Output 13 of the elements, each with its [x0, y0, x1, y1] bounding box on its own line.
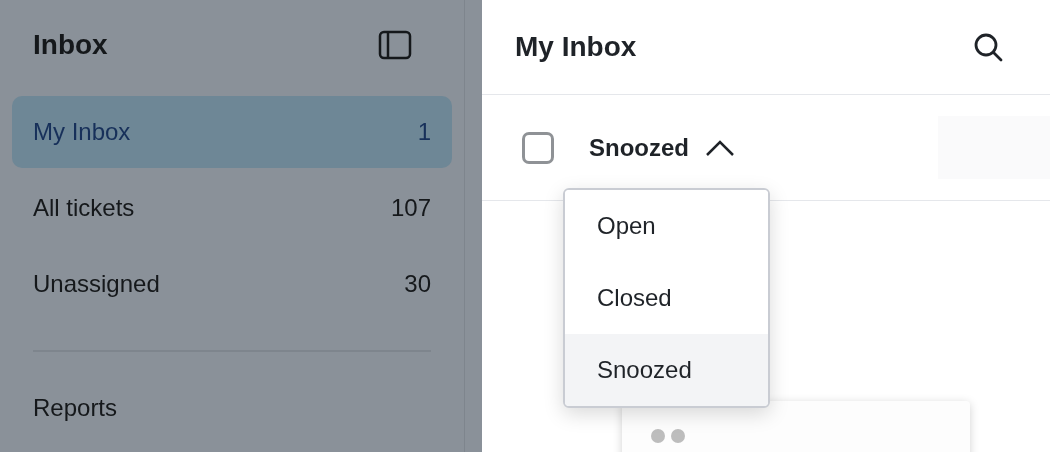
filter-option[interactable]: Snoozed — [565, 334, 768, 406]
filter-option[interactable]: Open — [565, 190, 768, 262]
sidebar-item[interactable]: All tickets 107 — [12, 172, 452, 244]
page-title: My Inbox — [515, 30, 637, 64]
select-all-checkbox[interactable] — [522, 131, 554, 164]
filter-option[interactable]: Closed — [565, 262, 768, 334]
status-filter-dropdown[interactable]: Snoozed — [589, 129, 735, 166]
sidebar-title: Inbox — [33, 28, 108, 62]
chevron-up-icon — [705, 139, 735, 156]
sidebar-toggle-icon[interactable] — [378, 30, 412, 60]
search-icon[interactable] — [972, 31, 1004, 63]
sidebar-link[interactable]: Reports — [33, 390, 118, 426]
sidebar-item[interactable]: Unassigned 30 — [12, 248, 452, 320]
